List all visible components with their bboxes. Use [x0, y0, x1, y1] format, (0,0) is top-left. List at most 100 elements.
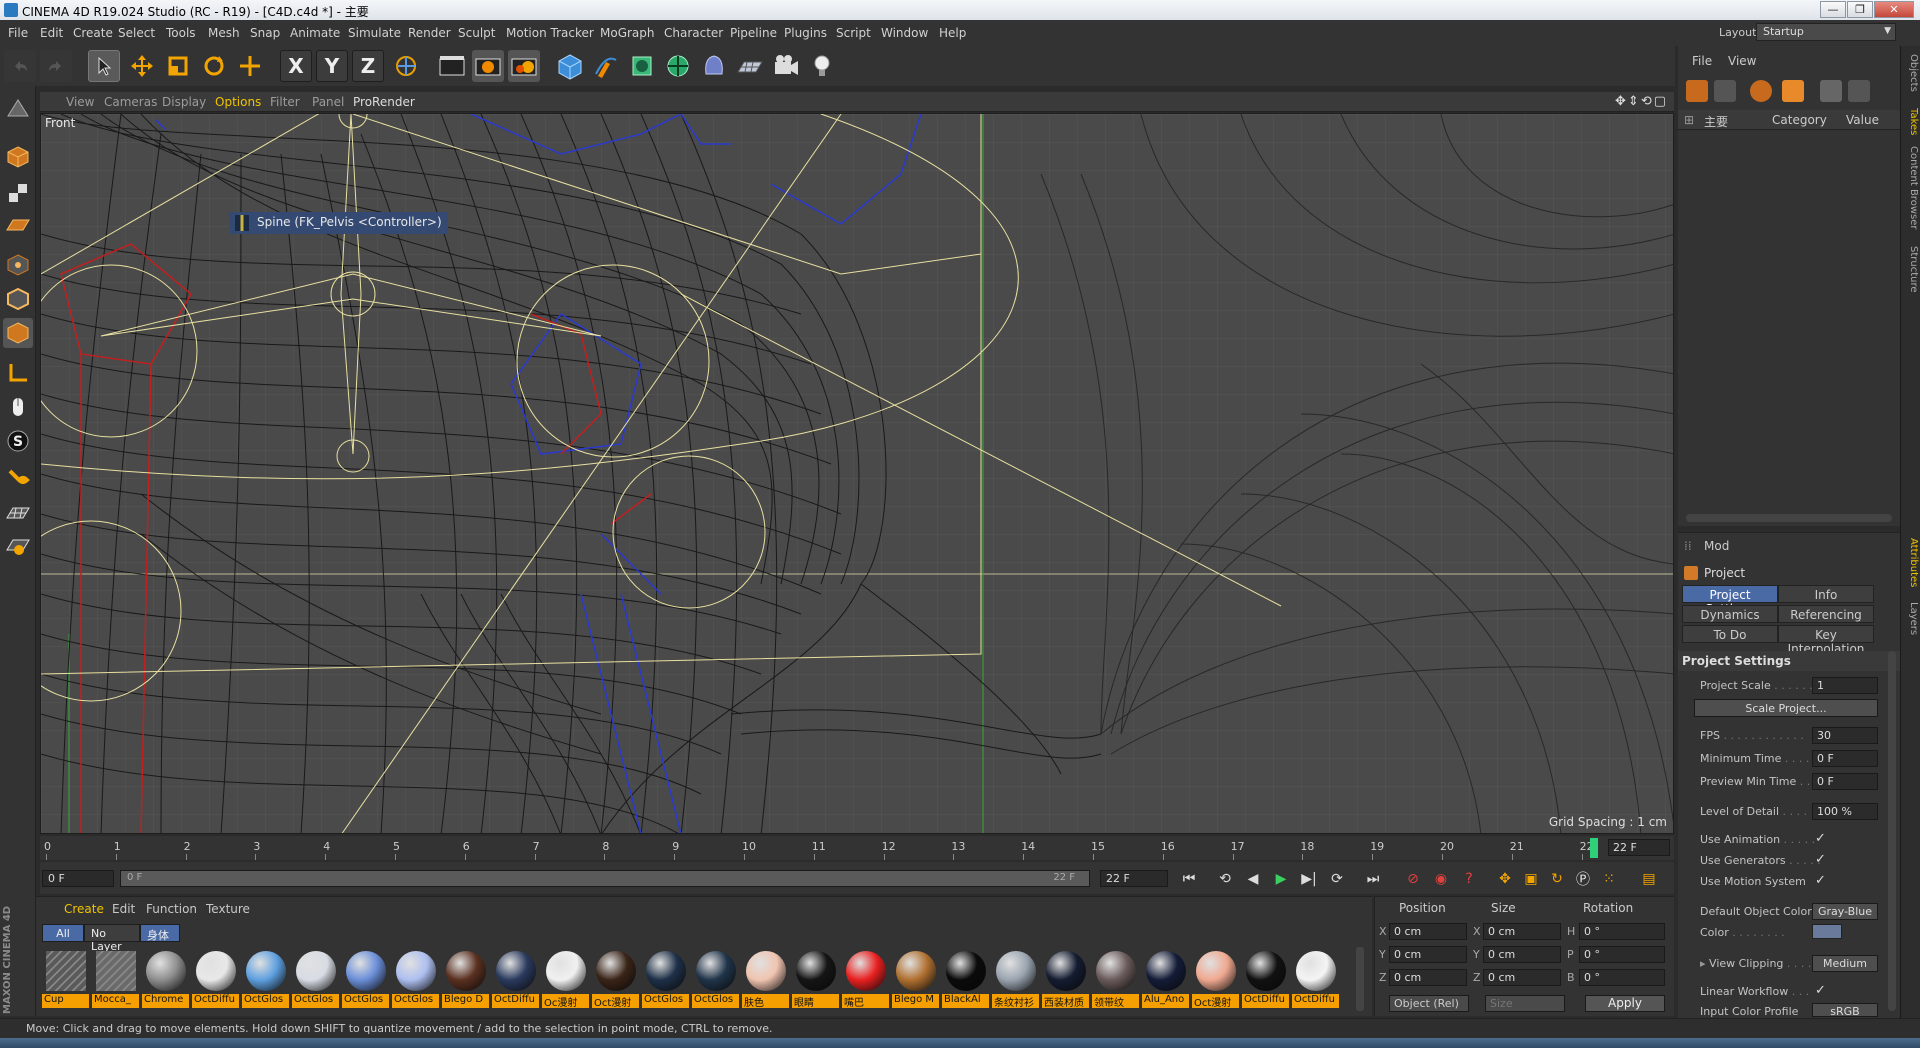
- menu-mesh[interactable]: Mesh: [208, 26, 240, 40]
- color-swatch[interactable]: [1812, 924, 1842, 939]
- points-mode-icon[interactable]: [3, 250, 33, 280]
- material-swatch[interactable]: 条纹衬衫: [992, 949, 1039, 1009]
- layout-dropdown[interactable]: Startup ▼: [1756, 23, 1896, 41]
- menu-edit[interactable]: Edit: [40, 26, 63, 40]
- make-editable-icon[interactable]: [3, 94, 33, 124]
- material-swatch[interactable]: Chrome: [142, 949, 189, 1009]
- material-swatch[interactable]: Oct漫射: [592, 949, 639, 1009]
- rotate-tool-icon[interactable]: [198, 50, 230, 82]
- start-frame-field[interactable]: 0 F: [42, 870, 114, 887]
- material-swatch[interactable]: 领带纹: [1092, 949, 1139, 1009]
- light-icon[interactable]: [806, 50, 838, 82]
- material-swatch[interactable]: OctGlos: [692, 949, 739, 1009]
- material-swatch[interactable]: 西装材质: [1042, 949, 1089, 1009]
- close-button[interactable]: ✕: [1874, 1, 1914, 18]
- keyframe-selection-icon[interactable]: ?: [1456, 867, 1482, 891]
- menu-pipeline[interactable]: Pipeline: [730, 26, 777, 40]
- rot-b-field[interactable]: 0 °: [1579, 969, 1665, 986]
- preview-range-slider[interactable]: 0 F 22 F: [120, 870, 1090, 887]
- enable-axis-icon[interactable]: [3, 358, 33, 388]
- attribute-scrollbar[interactable]: [1888, 651, 1896, 1011]
- render-settings-icon[interactable]: [508, 50, 540, 82]
- material-swatch[interactable]: OctDiffu: [1242, 949, 1289, 1009]
- material-swatch[interactable]: 嘴巴: [842, 949, 889, 1009]
- redo-icon[interactable]: [40, 50, 72, 82]
- material-swatch[interactable]: Blego D: [442, 949, 489, 1009]
- menu-motion-tracker[interactable]: Motion Tracker: [506, 26, 594, 40]
- level-of-detail-field[interactable]: 100 %: [1812, 803, 1878, 820]
- array-icon[interactable]: [662, 50, 694, 82]
- coordinate-system-icon[interactable]: [390, 50, 422, 82]
- rot-p-field[interactable]: 0 °: [1579, 946, 1665, 963]
- tab-project-settings[interactable]: Project Settings: [1682, 585, 1778, 616]
- transform-tool-icon[interactable]: [234, 50, 266, 82]
- take-manager-icon[interactable]: [1686, 80, 1708, 102]
- end-frame-field[interactable]: 22 F: [1100, 870, 1168, 887]
- tab-dynamics[interactable]: Dynamics: [1682, 605, 1778, 623]
- pos-y-field[interactable]: 0 cm: [1389, 946, 1467, 963]
- side-tab-structure[interactable]: Structure: [1903, 246, 1919, 293]
- filter-layer-body[interactable]: 身体: [140, 924, 180, 942]
- record-active-objects-icon[interactable]: ⊘: [1400, 867, 1426, 891]
- take-render-icon[interactable]: [1820, 80, 1842, 102]
- render-to-picture-viewer-icon[interactable]: [472, 50, 504, 82]
- material-swatch[interactable]: OctDiffu: [1292, 949, 1339, 1009]
- pen-spline-icon[interactable]: [590, 50, 622, 82]
- material-swatch[interactable]: 眼睛: [792, 949, 839, 1009]
- subdivision-surface-icon[interactable]: [626, 50, 658, 82]
- tab-key-interpolation[interactable]: Key Interpolation: [1778, 625, 1874, 656]
- solo-icon[interactable]: S: [3, 426, 33, 456]
- size-y-field[interactable]: 0 cm: [1483, 946, 1561, 963]
- floor-icon[interactable]: [734, 50, 766, 82]
- menu-file[interactable]: File: [8, 26, 28, 40]
- menu-script[interactable]: Script: [836, 26, 871, 40]
- edges-mode-icon[interactable]: [3, 284, 33, 314]
- material-swatch[interactable]: Cup: [42, 949, 89, 1009]
- attribute-mode-menu[interactable]: Mod: [1704, 539, 1729, 553]
- take-auto-icon[interactable]: [1782, 80, 1804, 102]
- side-tab-layers[interactable]: Layers: [1903, 602, 1919, 635]
- input-color-profile-dropdown[interactable]: sRGB: [1812, 1003, 1878, 1018]
- object-menu-file[interactable]: File: [1692, 54, 1712, 68]
- tree-toggle-icon[interactable]: ⊞: [1684, 113, 1694, 127]
- material-scrollbar[interactable]: [1356, 947, 1364, 1011]
- undo-icon[interactable]: [4, 50, 36, 82]
- filter-all[interactable]: All: [42, 924, 84, 942]
- scale-project-button[interactable]: Scale Project...: [1694, 699, 1878, 717]
- material-menu-create[interactable]: Create: [64, 902, 104, 916]
- key-point-level-icon[interactable]: ⁙: [1596, 867, 1622, 891]
- snap-icon[interactable]: [3, 464, 33, 494]
- workplane-icon[interactable]: [3, 498, 33, 528]
- side-tab-takes[interactable]: Takes: [1903, 108, 1919, 135]
- use-animation-checkbox[interactable]: ✓: [1815, 831, 1826, 846]
- material-swatch[interactable]: OctGlos: [242, 949, 289, 1009]
- polygons-mode-icon[interactable]: [3, 318, 33, 348]
- material-swatch[interactable]: OctGlos: [342, 949, 389, 1009]
- apply-button[interactable]: Apply: [1585, 995, 1665, 1012]
- material-swatch[interactable]: Oc漫射: [542, 949, 589, 1009]
- material-swatch[interactable]: OctDiffu: [192, 949, 239, 1009]
- material-swatch[interactable]: Oct漫射: [1192, 949, 1239, 1009]
- texture-mode-icon[interactable]: [3, 178, 33, 208]
- key-scale-icon[interactable]: ▣: [1518, 867, 1544, 891]
- rot-h-field[interactable]: 0 °: [1579, 923, 1665, 940]
- size-mode-dropdown[interactable]: Size: [1485, 995, 1565, 1012]
- material-swatch[interactable]: OctGlos: [392, 949, 439, 1009]
- size-z-field[interactable]: 0 cm: [1483, 969, 1561, 986]
- tab-referencing[interactable]: Referencing: [1778, 605, 1874, 623]
- go-to-end-icon[interactable]: ⏭: [1360, 867, 1386, 891]
- z-axis-lock-button[interactable]: Z: [352, 50, 384, 82]
- material-swatch[interactable]: BlackAl: [942, 949, 989, 1009]
- viewport-menu-options[interactable]: Options: [215, 95, 261, 109]
- play-icon[interactable]: ▶: [1268, 867, 1294, 891]
- locked-workplane-icon[interactable]: [3, 530, 33, 560]
- viewport-menu-display[interactable]: Display: [162, 95, 206, 109]
- move-tool-icon[interactable]: [126, 50, 158, 82]
- cube-icon[interactable]: [554, 50, 586, 82]
- material-swatch[interactable]: OctDiffu: [492, 949, 539, 1009]
- expand-arrow-icon[interactable]: ▸: [1700, 957, 1709, 970]
- object-manager-scrollbar[interactable]: [1686, 514, 1892, 522]
- tab-info[interactable]: Info: [1778, 585, 1874, 603]
- material-swatch[interactable]: Mocca_: [92, 949, 139, 1009]
- filter-no-layer[interactable]: No Layer: [84, 924, 140, 953]
